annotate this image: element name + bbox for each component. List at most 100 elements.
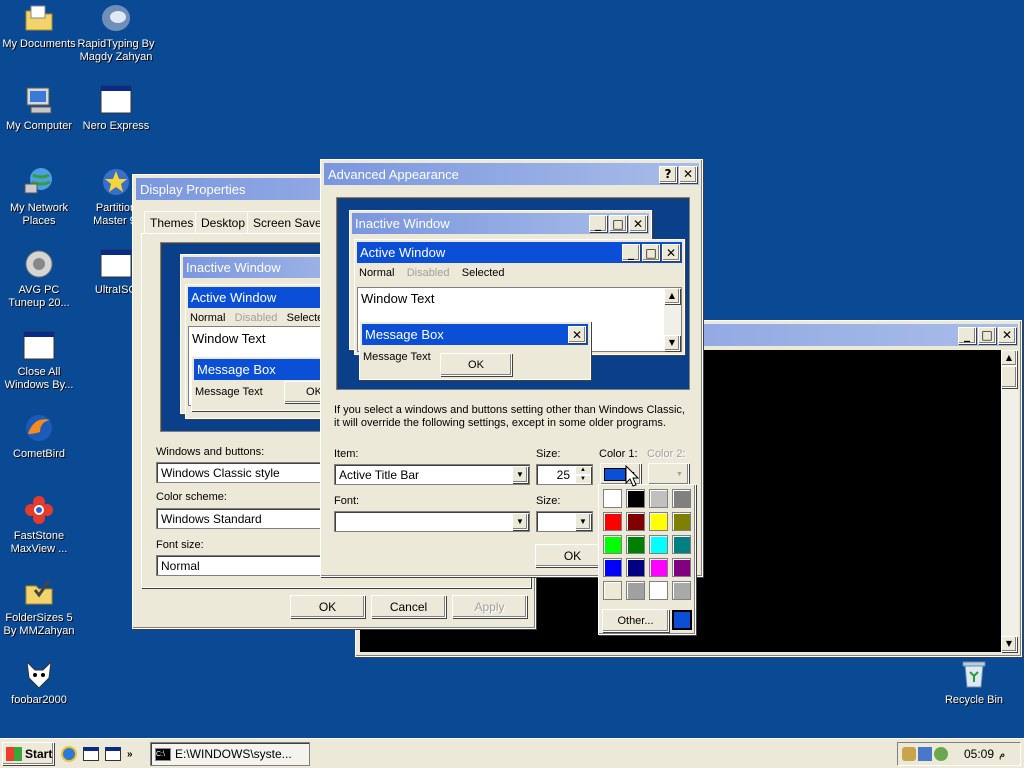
palette-color-swatch[interactable] bbox=[672, 581, 691, 600]
palette-color-swatch[interactable] bbox=[672, 535, 691, 554]
windows-buttons-select[interactable]: Windows Classic style bbox=[156, 462, 326, 483]
window-app-icon[interactable] bbox=[83, 747, 99, 761]
advanced-preview[interactable]: Inactive Window _ □ ✕ Active Window _ □ … bbox=[336, 197, 690, 390]
close-button[interactable]: ✕ bbox=[679, 165, 697, 183]
menu-selected[interactable]: Selected bbox=[462, 267, 505, 279]
item-size-spinner[interactable]: 25 ▲ ▼ bbox=[536, 464, 593, 485]
color-palette-popup[interactable]: Other... bbox=[598, 484, 696, 635]
adv-preview-msgbox-title[interactable]: Message Box ✕ bbox=[362, 324, 588, 345]
palette-color-swatch[interactable] bbox=[649, 581, 668, 600]
adv-preview-menu[interactable]: Normal Disabled Selected bbox=[355, 265, 684, 281]
scroll-up-button[interactable]: ▲ bbox=[1001, 350, 1017, 366]
spin-down-button[interactable]: ▼ bbox=[575, 475, 591, 484]
start-button[interactable]: Start bbox=[2, 742, 54, 765]
desktop-icon-faststone-maxview[interactable]: FastStone MaxView ... bbox=[0, 494, 78, 556]
palette-color-swatch[interactable] bbox=[603, 512, 622, 531]
palette-color-swatch[interactable] bbox=[626, 558, 645, 577]
desktop-icon-cometbird[interactable]: CometBird bbox=[0, 412, 78, 461]
scroll-down-button[interactable]: ▼ bbox=[1001, 636, 1017, 652]
vertical-scrollbar[interactable]: ▲ ▼ bbox=[1001, 350, 1018, 652]
adv-preview-inactive-title[interactable]: Inactive Window _ □ ✕ bbox=[352, 213, 649, 234]
other-color-button[interactable]: Other... bbox=[602, 609, 669, 632]
palette-color-swatch[interactable] bbox=[649, 512, 668, 531]
windows-buttons-label: Windows and buttons: bbox=[156, 446, 265, 458]
color1-label: Color 1: bbox=[599, 448, 638, 460]
menu-disabled[interactable]: Disabled bbox=[407, 267, 450, 279]
dialog-title: Advanced Appearance bbox=[328, 166, 459, 182]
maximize-button[interactable]: □ bbox=[978, 326, 996, 344]
advanced-appearance-title-bar[interactable]: Advanced Appearance ? ✕ bbox=[324, 163, 699, 185]
tab-desktop[interactable]: Desktop bbox=[195, 211, 252, 233]
scroll-thumb[interactable] bbox=[1001, 366, 1017, 388]
custom-color-swatch[interactable] bbox=[672, 610, 692, 630]
color2-picker-button[interactable]: ▼ bbox=[648, 463, 689, 485]
apply-button[interactable]: Apply bbox=[452, 595, 527, 618]
chevron-down-icon[interactable]: ▼ bbox=[575, 513, 591, 530]
desktop-icon-rapidtyping[interactable]: RapidTyping By Magdy Zahyan bbox=[77, 2, 155, 64]
desktop-icon-foobar2000[interactable]: foobar2000 bbox=[0, 658, 78, 707]
desktop-icon-avg-pc-tuneup[interactable]: AVG PC Tuneup 20... bbox=[0, 248, 78, 310]
system-tray: 05:09 م bbox=[897, 742, 1021, 766]
color-scheme-select[interactable]: Windows Standard bbox=[156, 508, 326, 529]
clock[interactable]: 05:09 bbox=[964, 747, 994, 761]
folder-documents-icon bbox=[23, 2, 55, 34]
menu-normal[interactable]: Normal bbox=[359, 267, 394, 279]
tray-tuneup-icon[interactable] bbox=[902, 747, 916, 761]
color-scheme-label: Color scheme: bbox=[156, 491, 227, 503]
font-select[interactable]: ▼ bbox=[334, 511, 530, 532]
ok-button[interactable]: OK bbox=[290, 595, 365, 618]
palette-color-swatch[interactable] bbox=[626, 512, 645, 531]
desktop-icon-foldersizes[interactable]: FolderSizes 5 By MMZahyan bbox=[0, 576, 78, 638]
adv-preview-active-title[interactable]: Active Window _ □ ✕ bbox=[357, 242, 682, 263]
internet-explorer-icon[interactable] bbox=[61, 746, 77, 762]
override-info-text: If you select a windows and buttons sett… bbox=[334, 404, 685, 429]
adv-preview-ok-button[interactable]: OK bbox=[440, 353, 512, 376]
palette-color-swatch[interactable] bbox=[603, 535, 622, 554]
palette-color-swatch[interactable] bbox=[603, 489, 622, 508]
palette-color-swatch[interactable] bbox=[649, 558, 668, 577]
palette-color-swatch[interactable] bbox=[672, 489, 691, 508]
window-app-icon[interactable] bbox=[105, 747, 121, 761]
desktop-icon-my-network-places[interactable]: My Network Places bbox=[0, 166, 78, 228]
minimize-button[interactable]: _ bbox=[958, 326, 976, 344]
chevron-down-icon[interactable]: ▼ bbox=[512, 466, 528, 483]
maximize-icon: □ bbox=[642, 244, 660, 261]
palette-color-swatch[interactable] bbox=[626, 489, 645, 508]
maximize-icon: □ bbox=[609, 215, 627, 232]
item-select[interactable]: Active Title Bar ▼ bbox=[334, 464, 530, 485]
palette-color-swatch[interactable] bbox=[626, 581, 645, 600]
window-app-icon bbox=[100, 248, 132, 280]
palette-color-swatch[interactable] bbox=[603, 581, 622, 600]
desktop-icon-close-all-windows[interactable]: Close All Windows By... bbox=[0, 330, 78, 392]
computer-icon bbox=[23, 84, 55, 116]
help-button[interactable]: ? bbox=[659, 165, 677, 183]
font-size-select[interactable]: Normal bbox=[156, 555, 326, 576]
chevron-more-icon[interactable]: » bbox=[127, 749, 133, 760]
desktop-icon-nero-express[interactable]: Nero Express bbox=[77, 84, 155, 133]
taskbar: Start » C:\ E:\WINDOWS\syste... 05:09 م bbox=[0, 738, 1024, 768]
adv-preview-message-box[interactable]: Message Box ✕ Message Text OK bbox=[359, 321, 591, 380]
palette-color-swatch[interactable] bbox=[603, 558, 622, 577]
palette-color-swatch[interactable] bbox=[672, 512, 691, 531]
taskbar-item-command-prompt[interactable]: C:\ E:\WINDOWS\syste... bbox=[150, 742, 310, 766]
close-icon: ✕ bbox=[568, 326, 586, 343]
desktop-icon-recycle-bin[interactable]: Recycle Bin bbox=[935, 658, 1013, 707]
chevron-down-icon[interactable]: ▼ bbox=[512, 513, 528, 530]
close-button[interactable]: ✕ bbox=[998, 326, 1016, 344]
tab-themes[interactable]: Themes bbox=[144, 211, 200, 233]
tab-screen-saver[interactable]: Screen Saver bbox=[247, 211, 332, 233]
desktop-icon-my-computer[interactable]: My Computer bbox=[0, 84, 78, 133]
palette-color-swatch[interactable] bbox=[649, 489, 668, 508]
palette-color-swatch[interactable] bbox=[626, 535, 645, 554]
preview-scrollbar: ▲ ▼ bbox=[664, 288, 681, 351]
mouse-cursor-icon bbox=[625, 465, 639, 487]
font-size-select[interactable]: ▼ bbox=[536, 511, 593, 532]
cancel-button[interactable]: Cancel bbox=[371, 595, 446, 618]
desktop-icon-my-documents[interactable]: My Documents bbox=[0, 2, 78, 51]
spin-up-button[interactable]: ▲ bbox=[575, 466, 591, 475]
palette-color-swatch[interactable] bbox=[649, 535, 668, 554]
tray-network-icon[interactable] bbox=[918, 747, 932, 761]
clock-suffix: م bbox=[999, 748, 1006, 760]
tray-sound-icon[interactable] bbox=[934, 747, 948, 761]
palette-color-swatch[interactable] bbox=[672, 558, 691, 577]
